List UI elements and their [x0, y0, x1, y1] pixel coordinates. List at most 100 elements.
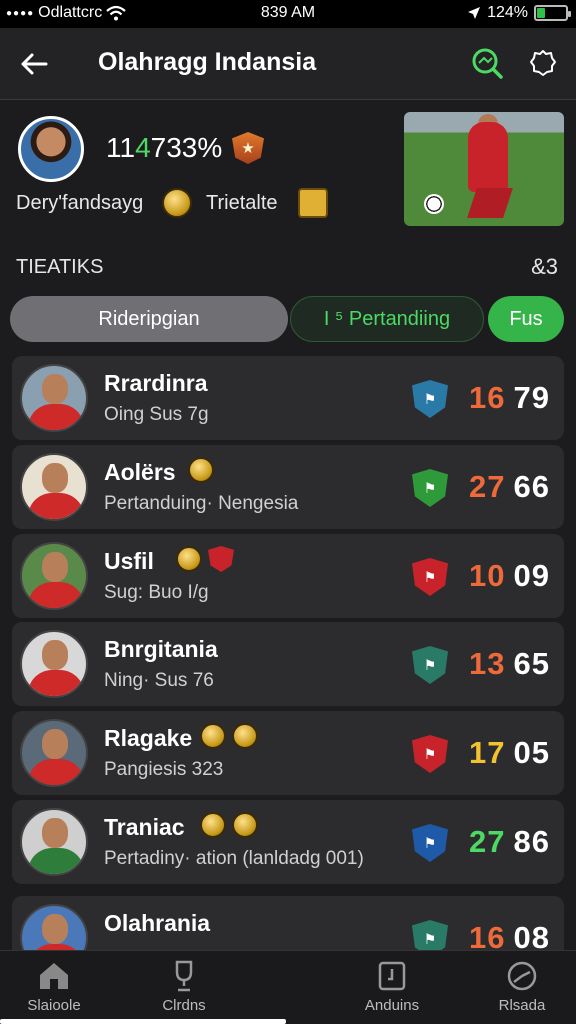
nav-label-clock: Rlsada — [498, 997, 546, 1014]
back-button[interactable] — [16, 46, 52, 82]
nav-item-clock[interactable]: Rlsada — [462, 951, 576, 1024]
score: 27 66 — [469, 469, 550, 505]
coin-icon — [200, 812, 226, 838]
score-away: 08 — [513, 920, 550, 950]
search-button[interactable] — [468, 44, 506, 82]
page-title: Olahragg Indansia — [98, 48, 317, 76]
player-head — [42, 374, 68, 404]
player-head — [42, 914, 68, 944]
card-subtitle: Pertadiny· ation (lanldadg 001) — [104, 848, 364, 869]
percent-suffix: 733% — [150, 132, 223, 163]
player-jersey — [28, 670, 84, 696]
tab-rideripgian[interactable]: Rideripgian — [10, 296, 288, 342]
score-home: 27 — [469, 824, 506, 859]
profile-percent: 114733% — [106, 132, 222, 164]
card-subtitle: Pangiesis 323 — [104, 759, 224, 780]
avatar[interactable] — [18, 116, 84, 182]
nav-item-trophy[interactable]: Clrdns — [124, 951, 244, 1024]
card-subtitle: Oing Sus 7g — [104, 404, 209, 425]
nav-label-calendar: Anduins — [364, 997, 420, 1014]
club-shield-icon: ⚑ — [412, 380, 448, 418]
status-bar: ●●●● Odlattcrc 839 AM 124% — [0, 0, 576, 28]
list-item[interactable]: Rrardinra Oing Sus 7g ⚑ 16 79 — [12, 356, 564, 440]
score-away: 05 — [513, 735, 550, 770]
home-icon — [36, 959, 72, 993]
player-head — [42, 463, 68, 493]
score-home: 16 — [469, 920, 506, 950]
player-avatar — [20, 542, 88, 610]
team-crest-icon: ★ — [232, 132, 264, 164]
player-head — [42, 729, 68, 759]
list-item[interactable]: Rlagake Pangiesis 323 ⚑ 17 05 — [12, 711, 564, 795]
ticket-icon — [298, 188, 328, 218]
score: 16 79 — [469, 380, 550, 416]
match-list: Rrardinra Oing Sus 7g ⚑ 16 79 Aolërs Pertandui… — [0, 356, 576, 950]
card-badges — [200, 812, 258, 838]
score: 13 65 — [469, 646, 550, 682]
club-shield-icon: ⚑ — [412, 646, 448, 684]
player-avatar — [20, 453, 88, 521]
score-away: 65 — [513, 646, 550, 681]
coin-icon — [176, 546, 202, 572]
player-avatar — [20, 904, 88, 950]
list-item[interactable]: Bnrgitania Ning· Sus 76 ⚑ 13 65 — [12, 622, 564, 706]
player-avatar — [20, 630, 88, 698]
club-shield-icon: ⚑ — [412, 469, 448, 507]
player-avatar — [20, 719, 88, 787]
score-away: 09 — [513, 558, 550, 593]
section-title: TIEATIKS — [16, 256, 104, 278]
coin-icon — [232, 723, 258, 749]
card-title: Rlagake — [104, 725, 193, 751]
score-away: 66 — [513, 469, 550, 504]
list-item[interactable]: Olahrania ⚑ 16 08 — [12, 896, 564, 950]
battery-level — [537, 8, 545, 18]
card-badges — [176, 546, 234, 572]
clock-icon — [504, 959, 540, 993]
coin-icon — [232, 812, 258, 838]
card-subtitle: Pertanduing· Nengesia — [104, 493, 299, 514]
card-badges — [188, 457, 214, 483]
coin-icon — [200, 723, 226, 749]
football-icon — [424, 194, 444, 214]
score: 27 86 — [469, 824, 550, 860]
player-jersey — [28, 582, 84, 608]
score-home: 27 — [469, 469, 506, 504]
club-shield-icon: ⚑ — [412, 735, 448, 773]
card-subtitle: Ning· Sus 76 — [104, 670, 214, 691]
list-item[interactable]: Aolërs Pertanduing· Nengesia ⚑ 27 66 — [12, 445, 564, 529]
nav-item-home[interactable]: Slaioole — [0, 951, 114, 1024]
battery-percent: 124% — [487, 4, 528, 21]
bottom-nav: Slaioole Clrdns Anduins Rlsada — [0, 950, 576, 1024]
card-title: Aolërs — [104, 459, 176, 485]
battery-icon — [534, 5, 571, 21]
coin-icon — [162, 188, 192, 218]
club-shield-icon: ⚑ — [412, 558, 448, 596]
location-arrow-icon — [468, 7, 481, 19]
score: 16 08 — [469, 920, 550, 950]
percent-highlight: 4 — [135, 132, 151, 163]
player-jersey — [28, 848, 84, 874]
hero-image[interactable] — [404, 112, 564, 226]
score-home: 10 — [469, 558, 506, 593]
card-title: Bnrgitania — [104, 636, 218, 662]
player-avatar — [20, 364, 88, 432]
search-icon — [472, 48, 503, 79]
nav-label-trophy: Clrdns — [162, 997, 206, 1014]
list-item[interactable]: Traniac Pertadiny· ation (lanldadg 001) ⚑ 2… — [12, 800, 564, 884]
settings-button[interactable] — [524, 44, 562, 82]
tab-pertandiing[interactable]: I ⁵ Pertandiing — [290, 296, 484, 342]
team-crest-icon — [208, 546, 234, 572]
card-badges — [200, 723, 258, 749]
list-item[interactable]: Usfil Sug: Buo I/g ⚑ 10 09 — [12, 534, 564, 618]
score: 10 09 — [469, 558, 550, 594]
home-indicator — [0, 1019, 286, 1024]
score-away: 79 — [513, 380, 550, 415]
profile-label-2: Trietalte — [206, 192, 278, 214]
status-right: 124% — [467, 4, 571, 22]
tab-fus[interactable]: Fus — [488, 296, 564, 342]
coin-icon — [188, 457, 214, 483]
profile-label-1: Dery'fandsayg — [16, 192, 144, 214]
player-head — [42, 818, 68, 848]
nav-item-calendar[interactable]: Anduins — [332, 951, 452, 1024]
player-jersey — [28, 493, 84, 519]
